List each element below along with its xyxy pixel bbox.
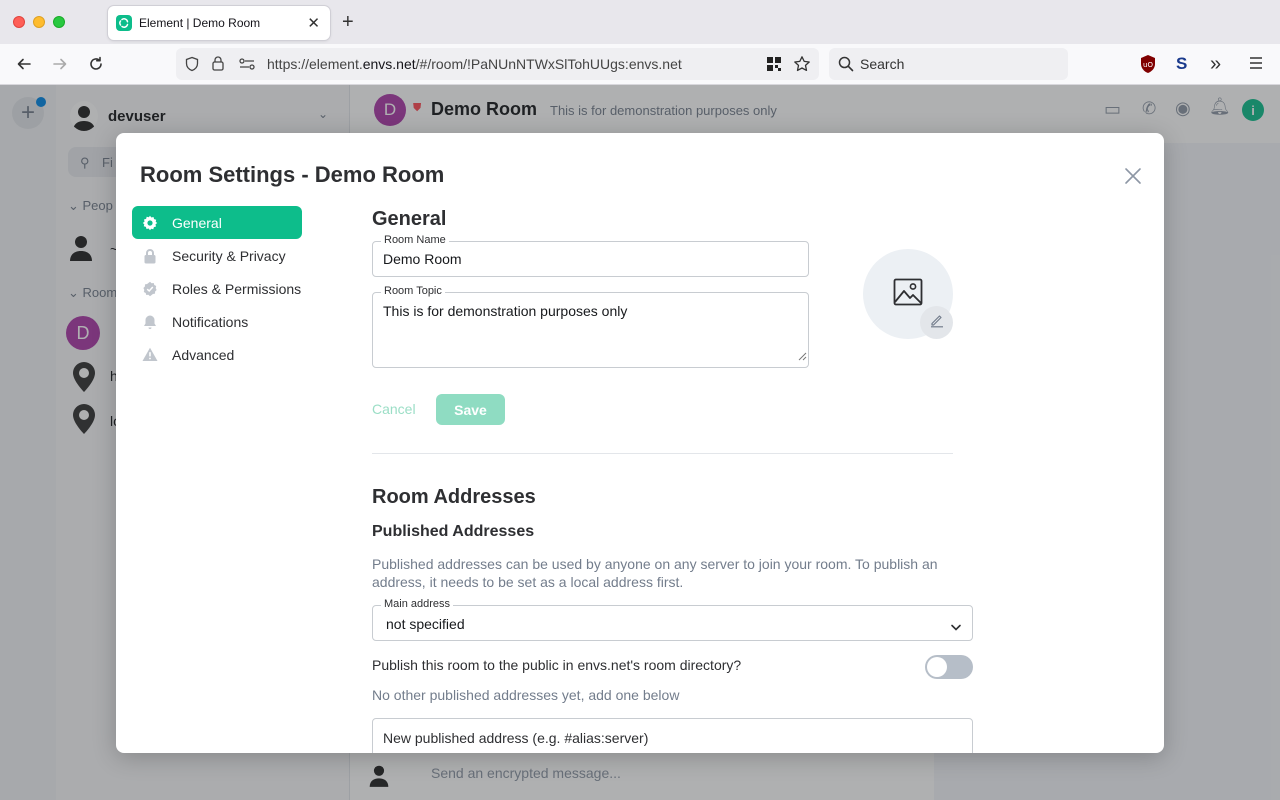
tab-advanced-label: Advanced bbox=[172, 346, 235, 363]
tab-roles-permissions[interactable]: Roles & Permissions bbox=[132, 272, 302, 305]
section-divider bbox=[372, 453, 953, 454]
shield-icon[interactable] bbox=[184, 56, 200, 77]
tab-advanced[interactable]: Advanced bbox=[132, 338, 302, 371]
tab-notifications[interactable]: Notifications bbox=[132, 305, 302, 338]
more-extensions-icon[interactable]: » bbox=[1210, 53, 1221, 76]
tab-roles-label: Roles & Permissions bbox=[172, 280, 302, 297]
lock-icon bbox=[142, 248, 158, 264]
tab-close-icon[interactable]: ✕ bbox=[307, 14, 320, 32]
back-icon[interactable] bbox=[13, 53, 35, 75]
resize-handle-icon[interactable] bbox=[798, 348, 807, 366]
tab-title: Element | Demo Room bbox=[139, 16, 261, 30]
menu-icon[interactable] bbox=[1249, 56, 1263, 75]
new-tab-icon[interactable]: + bbox=[342, 11, 354, 34]
tab-general[interactable]: General bbox=[132, 206, 302, 239]
tab-security-label: Security & Privacy bbox=[172, 247, 286, 264]
avatar-edit-button[interactable] bbox=[920, 306, 953, 339]
room-name-field[interactable]: Room Name Demo Room bbox=[372, 234, 809, 277]
published-addresses-description: Published addresses can be used by anyon… bbox=[372, 556, 938, 590]
main-address-label: Main address bbox=[381, 598, 454, 610]
bookmark-star-icon[interactable] bbox=[793, 55, 811, 78]
window-minimize-button[interactable] bbox=[33, 16, 45, 28]
publish-directory-toggle[interactable] bbox=[925, 655, 973, 679]
tab-notifications-label: Notifications bbox=[172, 313, 249, 330]
badge-icon bbox=[142, 281, 158, 297]
tab-security-privacy[interactable]: Security & Privacy bbox=[132, 239, 302, 272]
no-other-addresses-text: No other published addresses yet, add on… bbox=[372, 687, 680, 703]
general-heading: General bbox=[372, 208, 447, 230]
permissions-icon[interactable] bbox=[238, 56, 256, 77]
room-settings-dialog: Room Settings - Demo Room General Securi… bbox=[116, 133, 1164, 753]
reload-icon[interactable] bbox=[85, 53, 107, 75]
room-topic-field[interactable]: Room Topic This is for demonstration pur… bbox=[372, 285, 809, 368]
chevron-down-icon bbox=[950, 619, 962, 637]
settings-tabs: General Security & Privacy Roles & Permi… bbox=[132, 206, 302, 371]
new-address-placeholder: New published address (e.g. #alias:serve… bbox=[383, 730, 649, 746]
search-placeholder: Search bbox=[860, 56, 905, 72]
warning-icon bbox=[142, 347, 158, 363]
room-name-value[interactable]: Demo Room bbox=[383, 251, 462, 267]
bell-icon bbox=[142, 314, 158, 330]
url-text[interactable]: https://element.envs.net/#/room/!PaNUnNT… bbox=[267, 56, 682, 72]
url-bar[interactable]: https://element.envs.net/#/room/!PaNUnNT… bbox=[176, 48, 819, 80]
window-zoom-button[interactable] bbox=[53, 16, 65, 28]
dialog-title: Room Settings - Demo Room bbox=[140, 162, 445, 187]
room-addresses-heading: Room Addresses bbox=[372, 486, 536, 508]
gear-icon bbox=[142, 215, 158, 231]
image-icon bbox=[893, 278, 923, 311]
new-published-address-input[interactable]: New published address (e.g. #alias:serve… bbox=[372, 718, 973, 753]
room-name-label: Room Name bbox=[381, 234, 449, 246]
forward-icon[interactable] bbox=[49, 53, 71, 75]
window-close-button[interactable] bbox=[13, 16, 25, 28]
ublock-icon[interactable]: uO bbox=[1140, 55, 1156, 78]
browser-tab[interactable]: Element | Demo Room ✕ bbox=[108, 6, 330, 40]
cancel-button[interactable]: Cancel bbox=[372, 401, 416, 417]
save-button[interactable]: Save bbox=[436, 394, 505, 425]
element-favicon-icon bbox=[116, 15, 132, 31]
close-icon[interactable] bbox=[1122, 165, 1144, 187]
edit-pencil-icon bbox=[929, 312, 945, 333]
browser-tab-strip: Element | Demo Room ✕ + bbox=[0, 0, 1280, 44]
search-bar[interactable]: Search bbox=[829, 48, 1068, 80]
main-address-select[interactable]: Main address not specified bbox=[372, 598, 973, 641]
room-topic-value[interactable]: This is for demonstration purposes only bbox=[383, 303, 627, 319]
svg-text:uO: uO bbox=[1143, 61, 1153, 69]
search-icon bbox=[838, 56, 854, 77]
lock-icon[interactable] bbox=[211, 55, 225, 76]
published-addresses-heading: Published Addresses bbox=[372, 523, 535, 540]
main-address-value: not specified bbox=[386, 616, 465, 632]
room-topic-label: Room Topic bbox=[381, 285, 445, 297]
browser-toolbar: https://element.envs.net/#/room/!PaNUnNT… bbox=[0, 44, 1280, 85]
s-extension-icon[interactable]: S bbox=[1176, 54, 1187, 74]
qr-code-icon[interactable] bbox=[766, 56, 782, 77]
tab-general-label: General bbox=[172, 214, 222, 231]
publish-directory-label: Publish this room to the public in envs.… bbox=[372, 657, 742, 673]
toggle-knob bbox=[927, 657, 947, 677]
